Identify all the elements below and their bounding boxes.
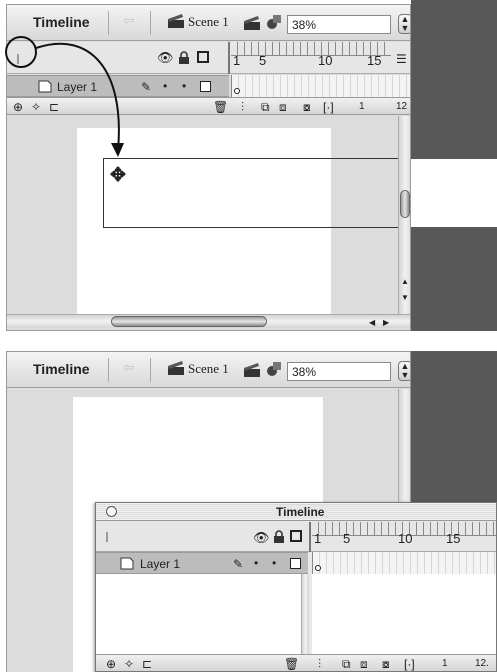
timeline-divider[interactable] <box>228 42 230 74</box>
scroll-up-arrow[interactable]: ▲ <box>401 276 409 288</box>
lock-dot[interactable]: • <box>272 557 276 569</box>
timeline-status-bar: ⊕ ✧ ⊏ 🗑 ⫶ ⧉ ⧈ ⧇ [·] 1 12. <box>96 654 496 671</box>
toolbar-divider <box>108 358 109 382</box>
current-frame: 1 <box>359 101 365 112</box>
layer-name[interactable]: Layer 1 <box>140 557 180 571</box>
center-frame-icon[interactable]: ⫶ <box>318 658 321 670</box>
layer-row[interactable]: Layer 1 ✎ • • <box>96 552 308 574</box>
onion-outline-icon[interactable]: ⧈ <box>279 101 287 113</box>
frames-empty-area[interactable] <box>312 574 496 654</box>
center-frame-icon[interactable]: ⫶ <box>241 101 244 113</box>
onion-outline-icon[interactable]: ⧈ <box>360 658 368 670</box>
pencil-icon: ✎ <box>233 557 244 571</box>
timeline-title[interactable]: Timeline <box>33 361 90 377</box>
eye-icon[interactable]: 👁 <box>253 531 270 544</box>
frame-number: 10 <box>398 531 413 546</box>
layers-empty-area[interactable] <box>96 574 308 654</box>
layer-icon <box>120 557 134 570</box>
layers-scrollbar[interactable] <box>301 574 309 654</box>
scroll-down-arrow[interactable]: ▼ <box>401 292 409 304</box>
edit-bar: Timeline ⇦ Scene 1 38% ▲ ▼ <box>7 352 410 388</box>
visibility-dot[interactable]: • <box>254 557 258 569</box>
horizontal-scrollbar[interactable]: ◀ ▶ <box>7 314 410 329</box>
frame-number: 1 <box>314 531 322 546</box>
add-guide-icon[interactable]: ✧ <box>124 658 134 670</box>
scroll-thumb-horizontal[interactable] <box>111 316 267 327</box>
edit-scene-icon[interactable] <box>243 360 261 378</box>
scroll-thumb-vertical[interactable] <box>400 190 410 218</box>
onion-skin-icon[interactable]: ⧉ <box>342 658 351 670</box>
background-area <box>411 0 497 159</box>
onion-skin-icon[interactable]: ⧉ <box>261 101 270 113</box>
edit-multiple-frames-icon[interactable]: ⧇ <box>303 101 311 113</box>
clapperboard-icon <box>168 361 184 375</box>
zoom-menu-button[interactable]: ▲ ▼ <box>398 14 410 34</box>
insert-layer-icon[interactable]: ⊕ <box>106 658 116 670</box>
floating-timeline-window[interactable]: Timeline 👁 1 5 10 15 Layer 1 ✎ • • ⊕ ✧ ⊏ <box>95 502 497 672</box>
zoom-field[interactable]: 38% <box>287 15 391 34</box>
keyframe[interactable] <box>315 565 321 571</box>
modify-markers-icon[interactable]: [·] <box>323 101 334 113</box>
window-title-bar[interactable]: Timeline <box>96 503 496 521</box>
frame-number: 10 <box>318 53 333 68</box>
frames-area[interactable] <box>312 552 496 574</box>
scroll-left-arrow[interactable]: ◀ <box>369 317 375 329</box>
background-area <box>411 227 497 331</box>
frame-number: 5 <box>259 53 267 68</box>
drag-arrow-annotation <box>5 36 124 157</box>
zoom-field[interactable]: 38% <box>287 362 391 381</box>
timeline-header: 👁 1 5 10 15 <box>96 522 496 552</box>
outline-square[interactable] <box>290 558 301 569</box>
edit-symbols-icon[interactable] <box>265 360 283 378</box>
back-arrow-icon[interactable]: ⇦ <box>123 359 135 376</box>
modify-markers-icon[interactable]: [·] <box>404 658 415 670</box>
timeline-divider[interactable] <box>309 522 311 552</box>
panel-gripper-handle[interactable] <box>106 532 108 542</box>
background-area <box>411 351 497 502</box>
zoom-menu-button[interactable]: ▲ ▼ <box>398 361 410 381</box>
insert-folder-icon[interactable]: ⊏ <box>142 658 152 670</box>
frame-rate: 12. <box>475 658 489 669</box>
lock-icon[interactable] <box>273 530 285 543</box>
trash-icon[interactable]: 🗑 <box>284 658 299 670</box>
outline-square[interactable] <box>200 81 211 92</box>
keyframe[interactable] <box>234 88 240 94</box>
outline-icon[interactable] <box>290 530 302 542</box>
frame-number: 5 <box>343 531 351 546</box>
edit-symbols-icon[interactable] <box>265 13 283 31</box>
vertical-scrollbar[interactable]: ▲ ▼ <box>398 116 410 314</box>
toolbar-divider <box>150 358 151 382</box>
current-frame: 1 <box>442 658 448 669</box>
frames-area[interactable] <box>231 75 410 97</box>
frame-number: 15 <box>446 531 461 546</box>
frame-number: 15 <box>367 53 382 68</box>
trash-icon[interactable]: 🗑 <box>213 101 228 113</box>
close-window-icon[interactable] <box>106 506 117 517</box>
scroll-right-arrow[interactable]: ▶ <box>383 317 389 329</box>
frame-rate: 12 <box>396 101 408 112</box>
scene-label[interactable]: Scene 1 <box>188 361 229 377</box>
edit-scene-icon[interactable] <box>243 13 261 31</box>
frame-number: 1 <box>233 53 241 68</box>
window-title: Timeline <box>272 505 329 519</box>
timeline-menu-icon[interactable]: ☰ <box>396 53 407 65</box>
edit-multiple-frames-icon[interactable]: ⧇ <box>382 658 390 670</box>
